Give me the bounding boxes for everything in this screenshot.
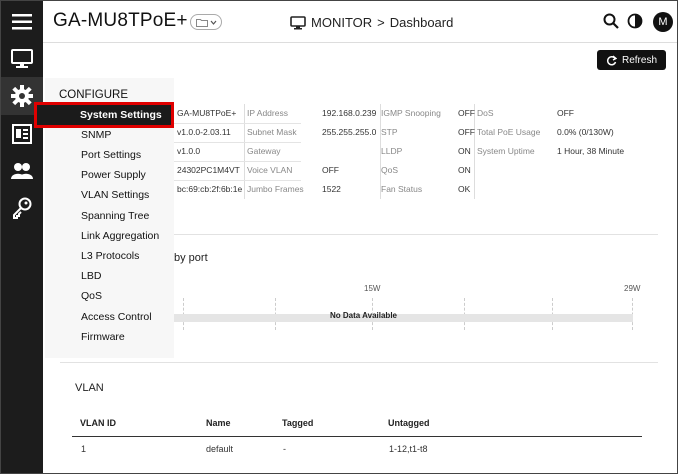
label-fan-status: Fan Status: [381, 184, 423, 194]
breadcrumb-section[interactable]: MONITOR: [311, 15, 372, 30]
menu-item-l3-protocols[interactable]: L3 Protocols: [81, 250, 139, 262]
configure-menu-heading: CONFIGURE: [59, 89, 128, 101]
info-mac: bc:69:cb:2f:6b:1e: [177, 184, 243, 194]
value-ip-address: 192.168.0.239: [322, 108, 377, 118]
menu-item-link-aggregation[interactable]: Link Aggregation: [81, 230, 159, 242]
device-switcher[interactable]: [190, 14, 222, 30]
monitor-icon[interactable]: [9, 46, 35, 72]
breadcrumb-page: Dashboard: [389, 15, 454, 30]
dashboard-list-icon[interactable]: [9, 121, 35, 147]
label-stp: STP: [381, 127, 398, 137]
label-qos: QoS: [381, 165, 399, 175]
menu-item-lbd[interactable]: LBD: [81, 270, 101, 282]
label-gateway: Gateway: [247, 146, 281, 156]
menu-item-port-settings[interactable]: Port Settings: [81, 149, 141, 161]
device-title: GA-MU8TPoE+: [53, 10, 188, 31]
vlan-header-line: [72, 436, 642, 437]
theme-toggle-icon[interactable]: [627, 13, 643, 34]
refresh-label: Refresh: [621, 54, 657, 66]
vlan-col-name: Name: [206, 418, 231, 428]
label-total-poe-usage: Total PoE Usage: [477, 127, 541, 137]
value-fan-status: OK: [458, 184, 471, 194]
value-igmp-snooping: OFF: [458, 108, 475, 118]
search-icon[interactable]: [603, 13, 619, 34]
info-hardware: v1.0.0: [177, 146, 201, 156]
label-igmp-snooping: IGMP Snooping: [381, 108, 441, 118]
value-stp: OFF: [458, 127, 475, 137]
axis-label-15w: 15W: [364, 284, 381, 293]
vlan-col-tagged: Tagged: [282, 418, 314, 428]
breadcrumb: MONITOR > Dashboard: [290, 15, 453, 30]
menu-icon[interactable]: [9, 9, 35, 35]
value-subnet-mask: 255.255.255.0: [322, 127, 377, 137]
vlan-col-id: VLAN ID: [80, 418, 116, 428]
info-firmware: v1.0.0-2.03.11: [177, 127, 231, 137]
chevron-down-icon: [210, 20, 216, 25]
label-jumbo-frames: Jumbo Frames: [247, 184, 304, 194]
value-lldp: ON: [458, 146, 471, 156]
label-dos: DoS: [477, 108, 494, 118]
axis-label-29w: 29W: [624, 284, 641, 293]
no-data-label: No Data Available: [330, 311, 397, 320]
value-system-uptime: 1 Hour, 38 Minute: [557, 146, 625, 156]
users-icon[interactable]: [9, 158, 35, 184]
label-system-uptime: System Uptime: [477, 146, 535, 156]
menu-item-vlan-settings[interactable]: VLAN Settings: [81, 189, 149, 201]
label-voice-vlan: Voice VLAN: [247, 165, 293, 175]
menu-item-spanning-tree[interactable]: Spanning Tree: [81, 210, 149, 222]
value-dos: OFF: [557, 108, 574, 118]
table-row-vlan-id: 1: [81, 444, 87, 454]
menu-item-power-supply[interactable]: Power Supply: [81, 169, 146, 181]
grid-divider: [244, 104, 245, 199]
avatar[interactable]: M: [653, 12, 673, 32]
breadcrumb-separator: >: [377, 15, 385, 30]
info-model: GA-MU8TPoE+: [177, 108, 237, 118]
poe-by-port-title: by port: [174, 252, 208, 264]
table-row-vlan-untagged: 1-12,t1-t8: [389, 444, 428, 454]
monitor-icon: [290, 15, 306, 29]
sidebar: [1, 1, 43, 473]
menu-item-firmware[interactable]: Firmware: [81, 331, 125, 343]
menu-item-qos[interactable]: QoS: [81, 290, 102, 302]
value-total-poe-usage: 0.0% (0/130W): [557, 127, 614, 137]
label-subnet-mask: Subnet Mask: [247, 127, 297, 137]
selection-highlight-box: [34, 102, 174, 128]
refresh-icon: [606, 54, 617, 65]
folder-icon: [195, 18, 208, 27]
poe-usage-bar: [173, 314, 633, 322]
label-lldp: LLDP: [381, 146, 403, 156]
menu-item-access-control[interactable]: Access Control: [81, 311, 152, 323]
top-header: GA-MU8TPoE+ MONITOR > Dashboard M: [43, 1, 677, 43]
value-qos: ON: [458, 165, 471, 175]
info-serial: 24302PC1M4VT: [177, 165, 240, 175]
vlan-col-untagged: Untagged: [388, 418, 430, 428]
menu-item-snmp[interactable]: SNMP: [81, 129, 111, 141]
value-jumbo-frames: 1522: [322, 184, 341, 194]
key-icon[interactable]: [9, 195, 35, 221]
value-voice-vlan: OFF: [322, 165, 339, 175]
gear-icon[interactable]: [9, 83, 35, 109]
refresh-button[interactable]: Refresh: [597, 50, 666, 70]
table-row-vlan-tagged: -: [283, 444, 286, 454]
table-row-vlan-name: default: [206, 444, 234, 454]
section-divider: [60, 362, 658, 363]
vlan-section-title: VLAN: [75, 382, 104, 394]
label-ip-address: IP Address: [247, 108, 288, 118]
